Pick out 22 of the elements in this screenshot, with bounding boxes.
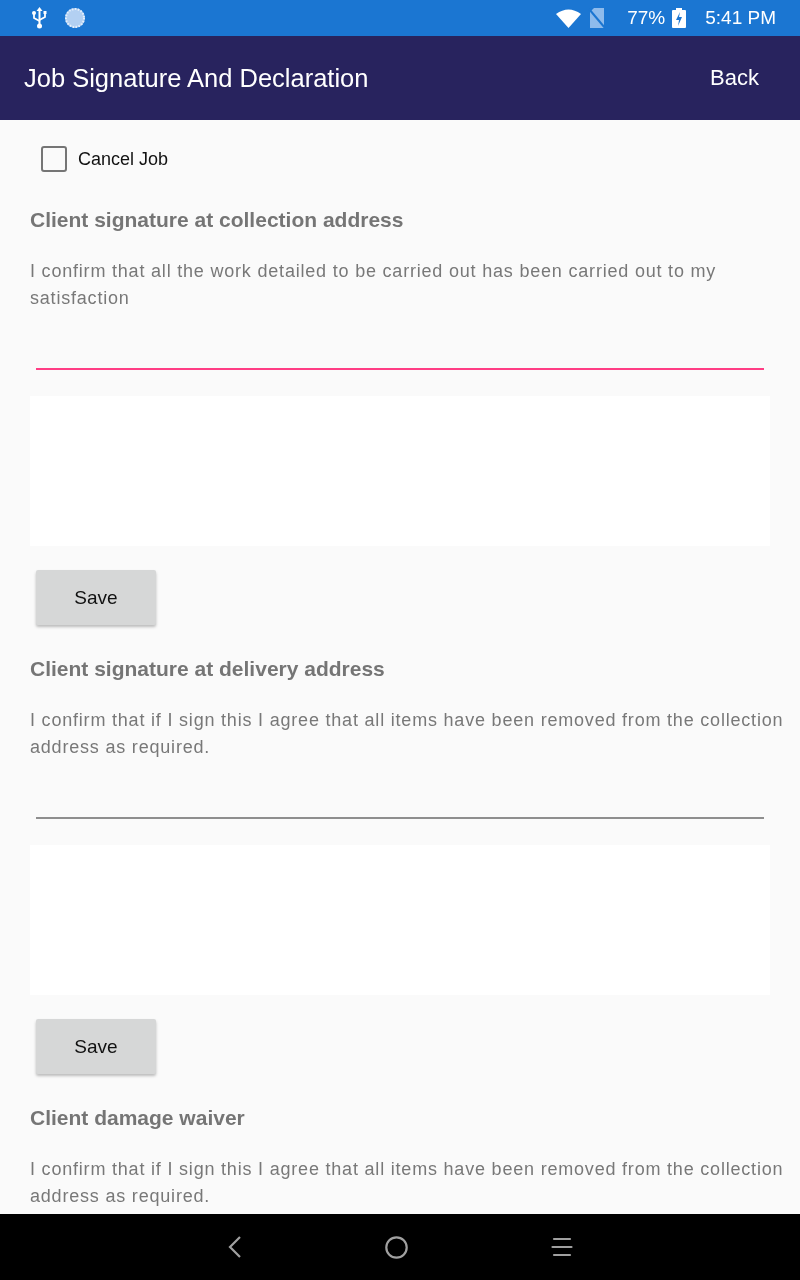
no-sim-icon <box>588 7 607 29</box>
section-heading: Client signature at collection address <box>30 207 404 233</box>
back-button[interactable]: Back <box>710 65 759 91</box>
screen-title: Job Signature And Declaration <box>24 63 369 93</box>
menu-icon[interactable] <box>550 1237 573 1257</box>
battery-percentage: 77% <box>627 7 666 29</box>
declaration-text: I confirm that all the work detailed to be carried out has been carried out to my satisfaction <box>30 260 718 310</box>
checkbox-label[interactable]: Cancel Job <box>78 148 169 170</box>
save-button[interactable]: Save <box>36 570 156 625</box>
battery-charging-icon <box>672 8 687 28</box>
section-heading: Client damage waiver <box>30 1105 245 1131</box>
back-icon[interactable] <box>227 1236 242 1258</box>
wifi-icon <box>556 8 582 28</box>
dotted-circle-icon <box>64 7 86 29</box>
save-button[interactable]: Save <box>36 1019 156 1074</box>
usb-icon <box>32 7 47 29</box>
clock-time: 5:41 PM <box>705 7 776 29</box>
declaration-text: I confirm that if I sign this I agree that all items have been removed from the collection address as required. <box>30 1158 785 1208</box>
declaration-text: I confirm that if I sign this I agree that all items have been removed from the collection address as required. <box>30 709 785 759</box>
section-heading: Client signature at delivery address <box>30 656 385 682</box>
home-icon[interactable] <box>384 1235 408 1259</box>
checkbox[interactable] <box>41 146 67 172</box>
